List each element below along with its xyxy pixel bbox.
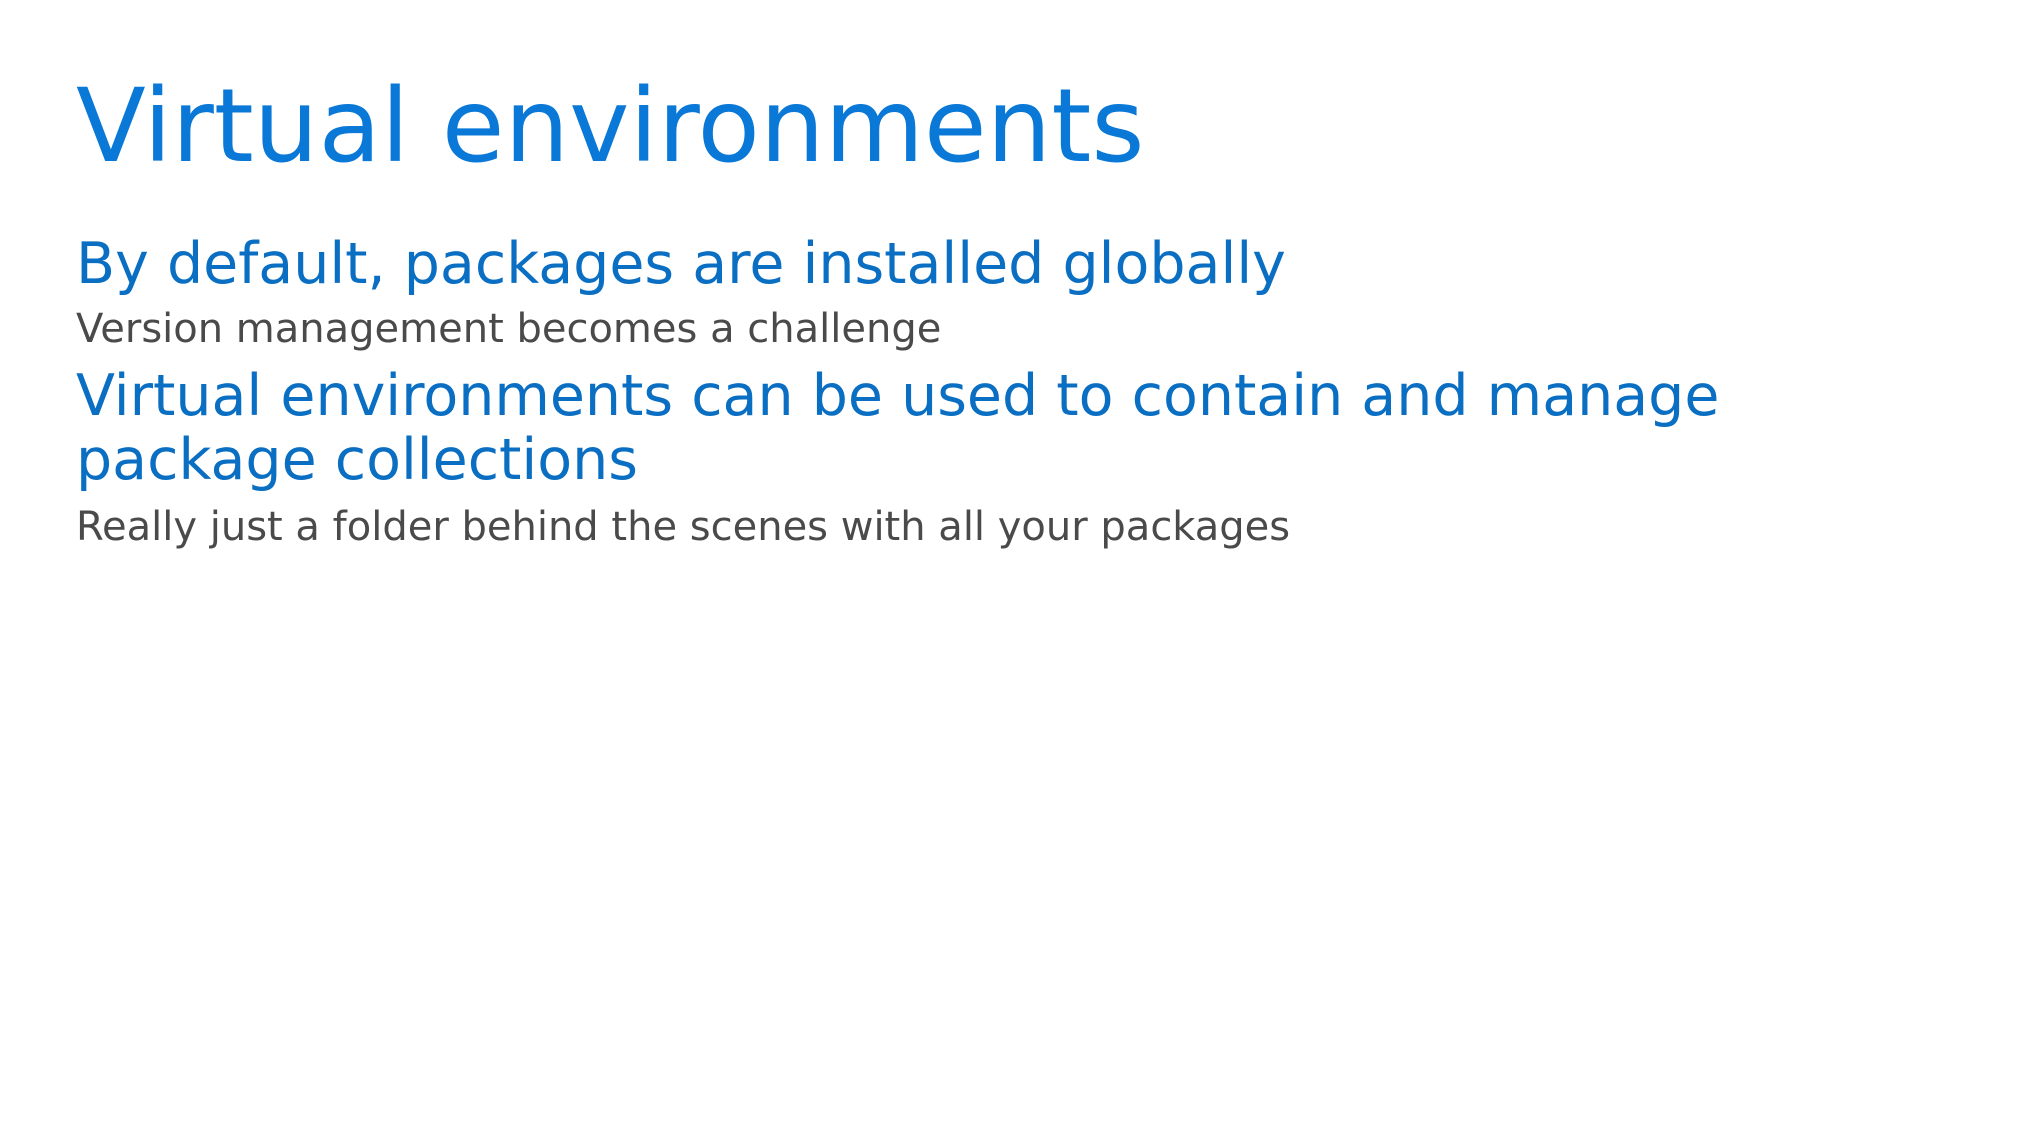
sub-bullet-folder-behind-scenes: Really just a folder behind the scenes w… [76, 504, 1291, 550]
sub-bullet-version-management: Version management becomes a challenge [76, 306, 942, 352]
slide-title: Virtual environments [76, 67, 1145, 186]
slide: Virtual environments By default, package… [0, 0, 2040, 1147]
bullet-virtual-environments: Virtual environments can be used to cont… [76, 363, 1720, 493]
bullet-default-global-install: By default, packages are installed globa… [76, 231, 1286, 297]
slide-content: By default, packages are installed globa… [76, 232, 1956, 552]
